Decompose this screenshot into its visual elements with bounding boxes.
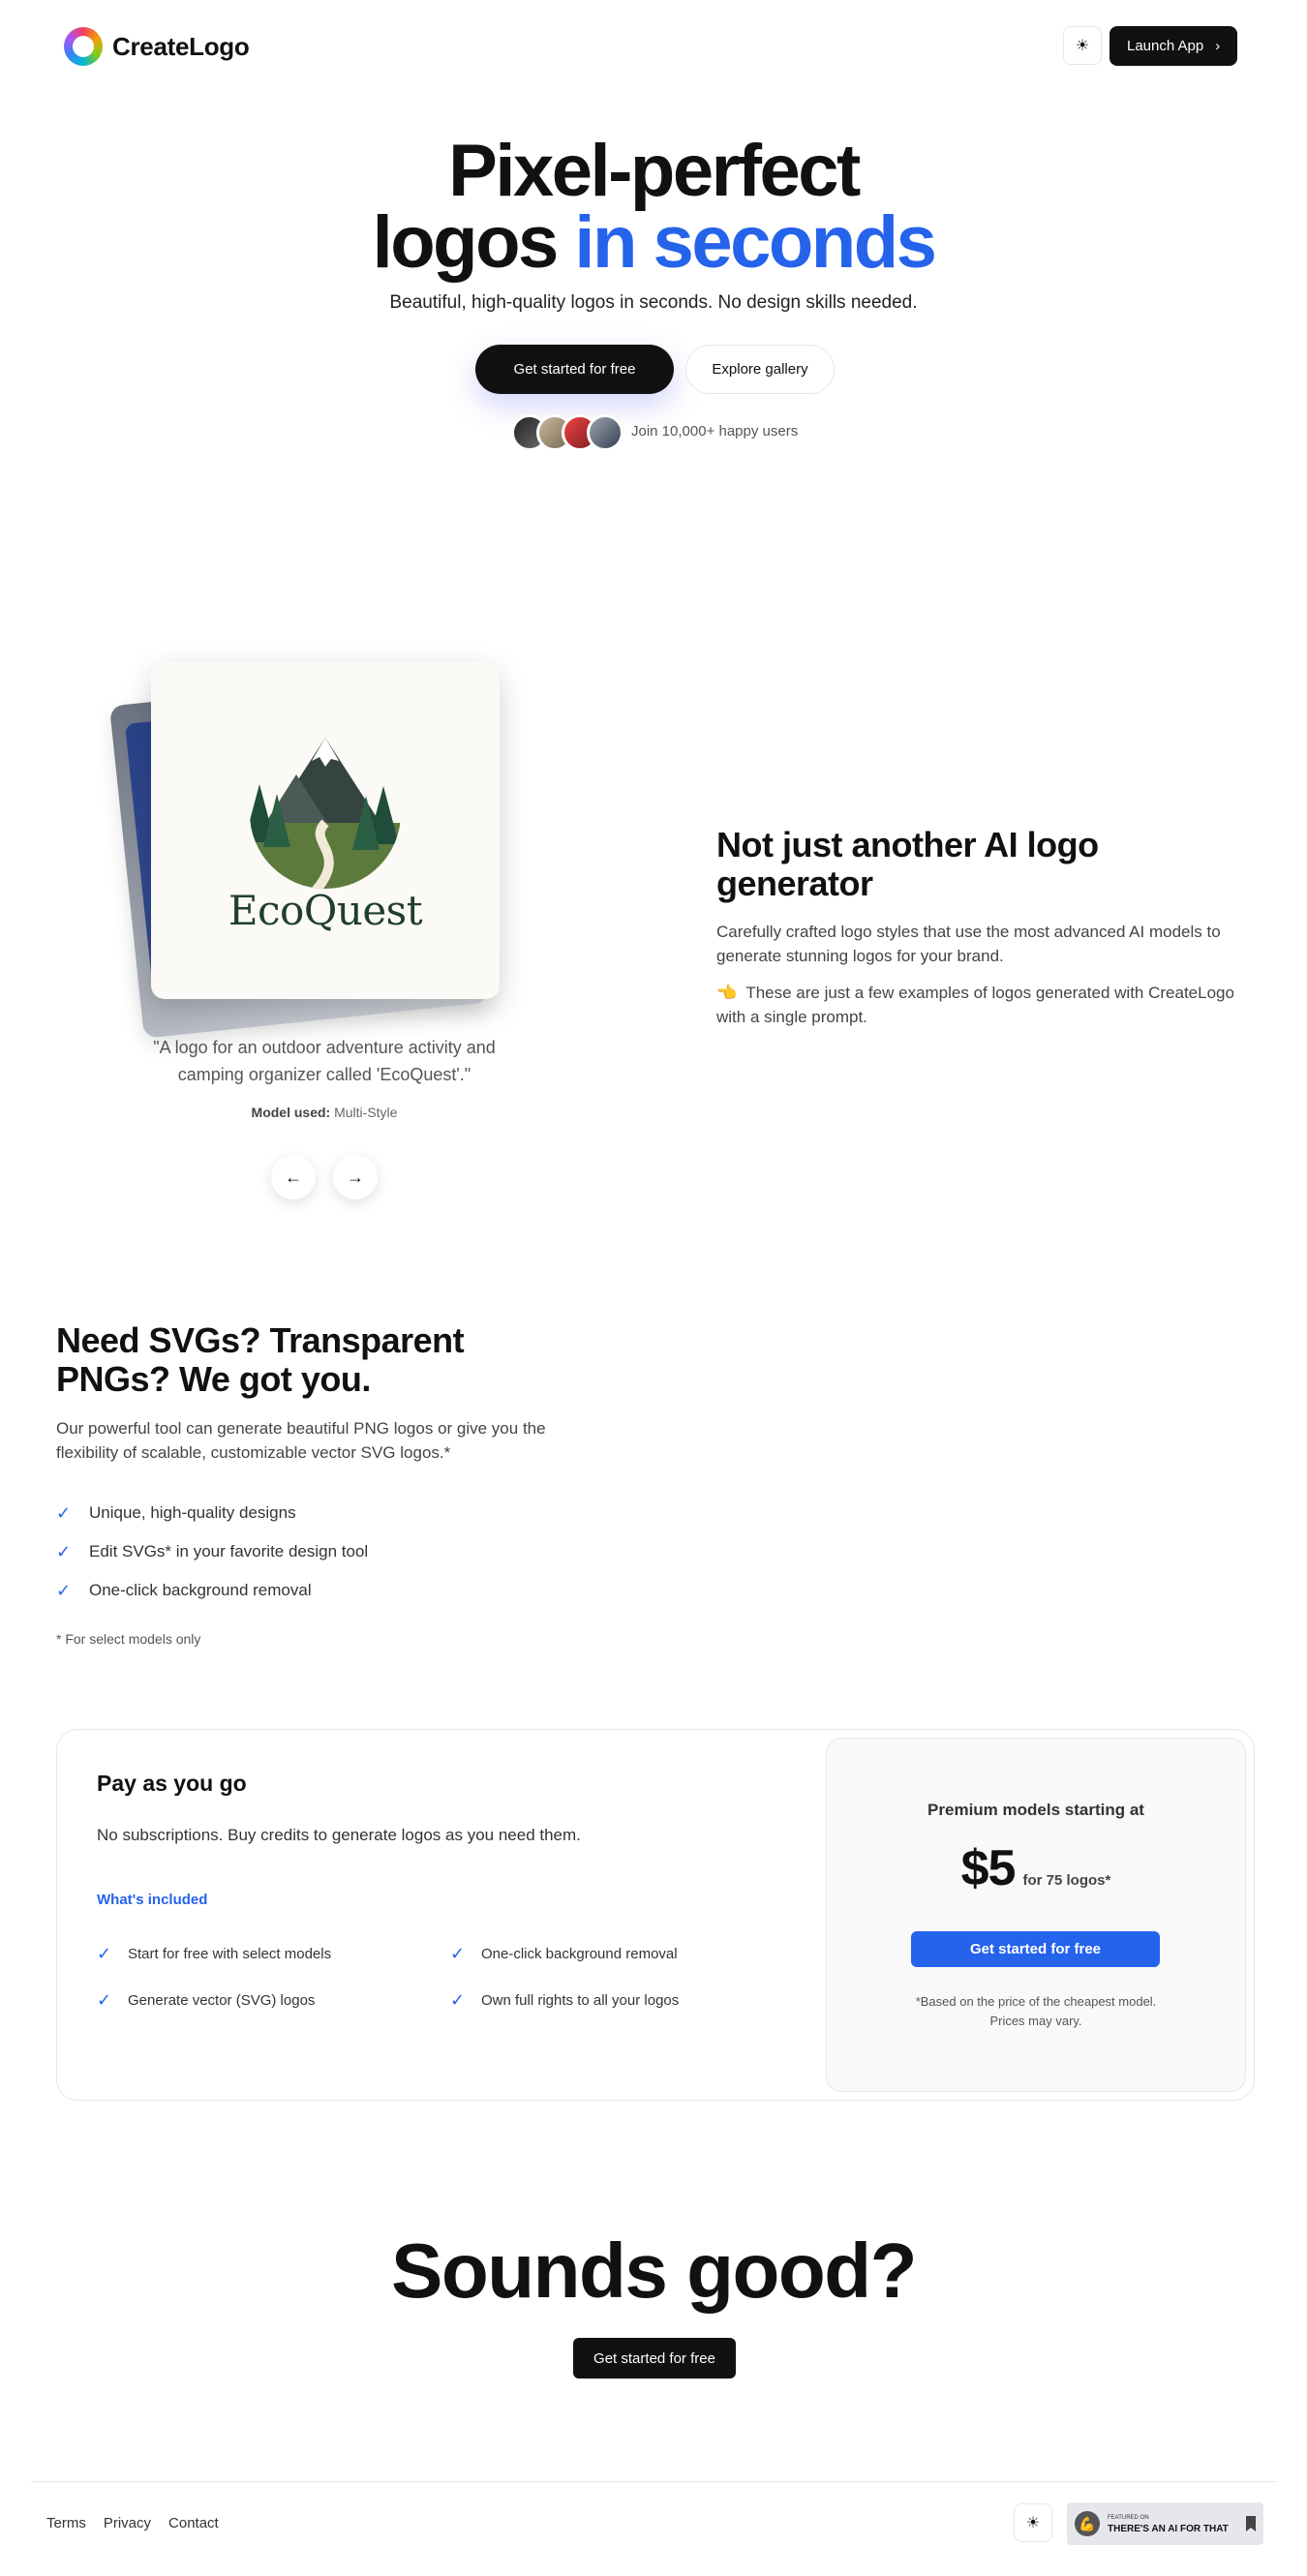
list-item: ✓ Own full rights to all your logos [450, 1990, 679, 2011]
theme-toggle-button[interactable]: ☀ [1063, 26, 1102, 65]
check-icon: ✓ [56, 1502, 72, 1523]
price-amount: $5 [960, 1840, 1017, 1896]
feature-list: ✓ Unique, high-quality designs ✓ Edit SV… [56, 1494, 368, 1610]
included-label: Generate vector (SVG) logos [128, 1992, 316, 2009]
pricing-get-started-button[interactable]: Get started for free [911, 1931, 1160, 1967]
list-item: ✓ Unique, high-quality designs [56, 1494, 368, 1532]
launch-app-button[interactable]: Launch App › [1109, 26, 1238, 66]
chevron-right-icon: › [1215, 38, 1221, 54]
avatar [587, 414, 623, 451]
brand-name: CreateLogo [112, 31, 250, 61]
check-icon: ✓ [450, 1990, 466, 2010]
not-just-note: 👈 These are just a few examples of logos… [716, 981, 1259, 1029]
price-unit: for 75 logos* [1022, 1872, 1111, 1889]
bottom-get-started-button[interactable]: Get started for free [573, 2338, 736, 2379]
logo-wordmark: EcoQuest [228, 887, 423, 934]
model-used: Model used: Multi-Style [136, 1105, 513, 1120]
hero-subtitle: Beautiful, high-quality logos in seconds… [389, 292, 918, 313]
mountain-logo-image [250, 738, 401, 889]
whats-included-label: What's included [97, 1892, 208, 1908]
sun-icon: ☀ [1025, 2515, 1041, 2531]
list-item: ✓ One-click background removal [450, 1944, 678, 1964]
price-note: *Based on the price of the cheapest mode… [915, 1994, 1157, 2028]
not-just-title: Not just another AI logo generator [716, 825, 1099, 903]
arrow-right-icon: → [347, 1167, 364, 1187]
launch-app-label: Launch App [1127, 38, 1204, 54]
badge-text: FEATURED ON THERE'S AN AI FOR THAT [1108, 2513, 1229, 2534]
svg-section-text: Our powerful tool can generate beautiful… [56, 1419, 546, 1462]
check-icon: ✓ [56, 1541, 72, 1561]
not-just-description: Carefully crafted logo styles that use t… [716, 923, 1221, 965]
hero-title-accent: in seconds [574, 201, 937, 284]
hero-title-plain: logos [372, 201, 560, 284]
logo-card: EcoQuest [151, 662, 500, 999]
feature-label: One-click background removal [89, 1581, 312, 1599]
prompt-quote: "A logo for an outdoor adventure activit… [153, 1038, 496, 1084]
feature-label: Edit SVGs* in your favorite design tool [89, 1542, 369, 1561]
sun-icon: ☀ [1075, 38, 1090, 54]
svg-footnote: * For select models only [56, 1631, 201, 1647]
next-button[interactable]: → [333, 1155, 378, 1199]
check-icon: ✓ [97, 1944, 112, 1963]
pointing-hand-icon: 👈 [716, 984, 738, 1002]
svg-section-title: Need SVGs? Transparent PNGs? We got you. [56, 1320, 465, 1399]
included-label: One-click background removal [481, 1946, 678, 1962]
check-icon: ✓ [56, 1580, 72, 1600]
included-label: Start for free with select models [128, 1946, 332, 1962]
explore-gallery-button[interactable]: Explore gallery [685, 345, 835, 394]
pricing-title: Pay as you go [97, 1771, 247, 1796]
footer-link-terms[interactable]: Terms [46, 2515, 86, 2531]
arrow-left-icon: ← [285, 1167, 302, 1187]
price-row: $5 for 75 logos* [826, 1839, 1246, 1897]
footer-link-privacy[interactable]: Privacy [104, 2515, 151, 2531]
join-users-text: Join 10,000+ happy users [631, 423, 799, 439]
footer-theme-toggle-button[interactable]: ☀ [1014, 2503, 1052, 2542]
model-used-label: Model used: [251, 1105, 331, 1120]
list-item: ✓ Edit SVGs* in your favorite design too… [56, 1532, 368, 1571]
premium-label: Premium models starting at [927, 1801, 1144, 1819]
list-item: ✓ One-click background removal [56, 1571, 368, 1610]
check-icon: ✓ [450, 1944, 466, 1963]
previous-button[interactable]: ← [271, 1155, 316, 1199]
list-item: ✓ Generate vector (SVG) logos [97, 1990, 315, 2011]
pricing-description: No subscriptions. Buy credits to generat… [97, 1826, 581, 1844]
hero-title-line1: Pixel-perfect [448, 130, 861, 212]
bottom-cta-title: Sounds good? [391, 2227, 917, 2314]
footer-links: Terms Privacy Contact [46, 2515, 219, 2531]
bookmark-icon [1246, 2516, 1256, 2531]
not-just-note-text: These are just a few examples of logos g… [716, 984, 1234, 1026]
footer-divider [31, 2481, 1276, 2482]
brand-logo-icon [64, 27, 103, 66]
hero-title: Pixel-perfect logos in seconds [0, 130, 1307, 280]
brand[interactable]: CreateLogo [64, 27, 250, 66]
badge-small-text: FEATURED ON [1108, 2515, 1149, 2521]
badge-big-text: THERE'S AN AI FOR THAT [1108, 2524, 1229, 2534]
featured-badge[interactable]: 💪 FEATURED ON THERE'S AN AI FOR THAT [1067, 2502, 1263, 2545]
included-label: Own full rights to all your logos [481, 1992, 680, 2009]
list-item: ✓ Start for free with select models [97, 1944, 331, 1964]
hero-title-line2: logos in seconds [0, 206, 1307, 280]
footer-link-contact[interactable]: Contact [168, 2515, 219, 2531]
check-icon: ✓ [97, 1990, 112, 2010]
get-started-button[interactable]: Get started for free [475, 345, 674, 394]
user-avatars [511, 414, 623, 451]
arm-icon: 💪 [1075, 2511, 1100, 2536]
price-box [826, 1738, 1246, 2092]
feature-label: Unique, high-quality designs [89, 1503, 296, 1522]
model-used-value: Multi-Style [334, 1105, 398, 1120]
